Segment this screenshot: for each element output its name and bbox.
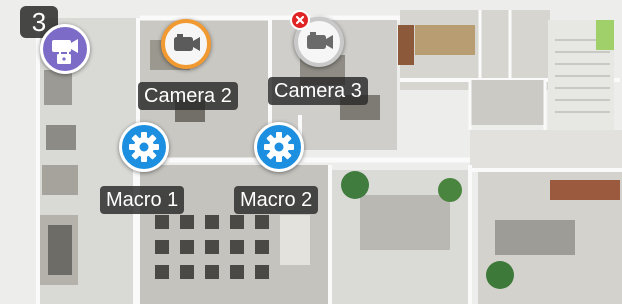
camera-lock-icon [52,39,78,64]
floor-plan-view: 3 Camera 2 Camera 3 Macro 1 Macro 2 [0,0,622,304]
macro-1-label[interactable]: Macro 1 [100,186,185,214]
video-camera-icon [174,34,200,51]
camera-3-label[interactable]: Camera 3 [268,77,368,105]
macro-2-marker[interactable] [254,122,304,172]
camera-2-marker[interactable] [161,19,211,69]
macro-2-label[interactable]: Macro 2 [234,186,319,214]
camera-2-label[interactable]: Camera 2 [138,82,238,110]
gear-icon [129,132,159,162]
gear-icon [264,132,294,162]
macro-1-marker[interactable] [119,122,169,172]
camera-lock-marker[interactable] [40,24,90,74]
error-icon [290,10,310,30]
